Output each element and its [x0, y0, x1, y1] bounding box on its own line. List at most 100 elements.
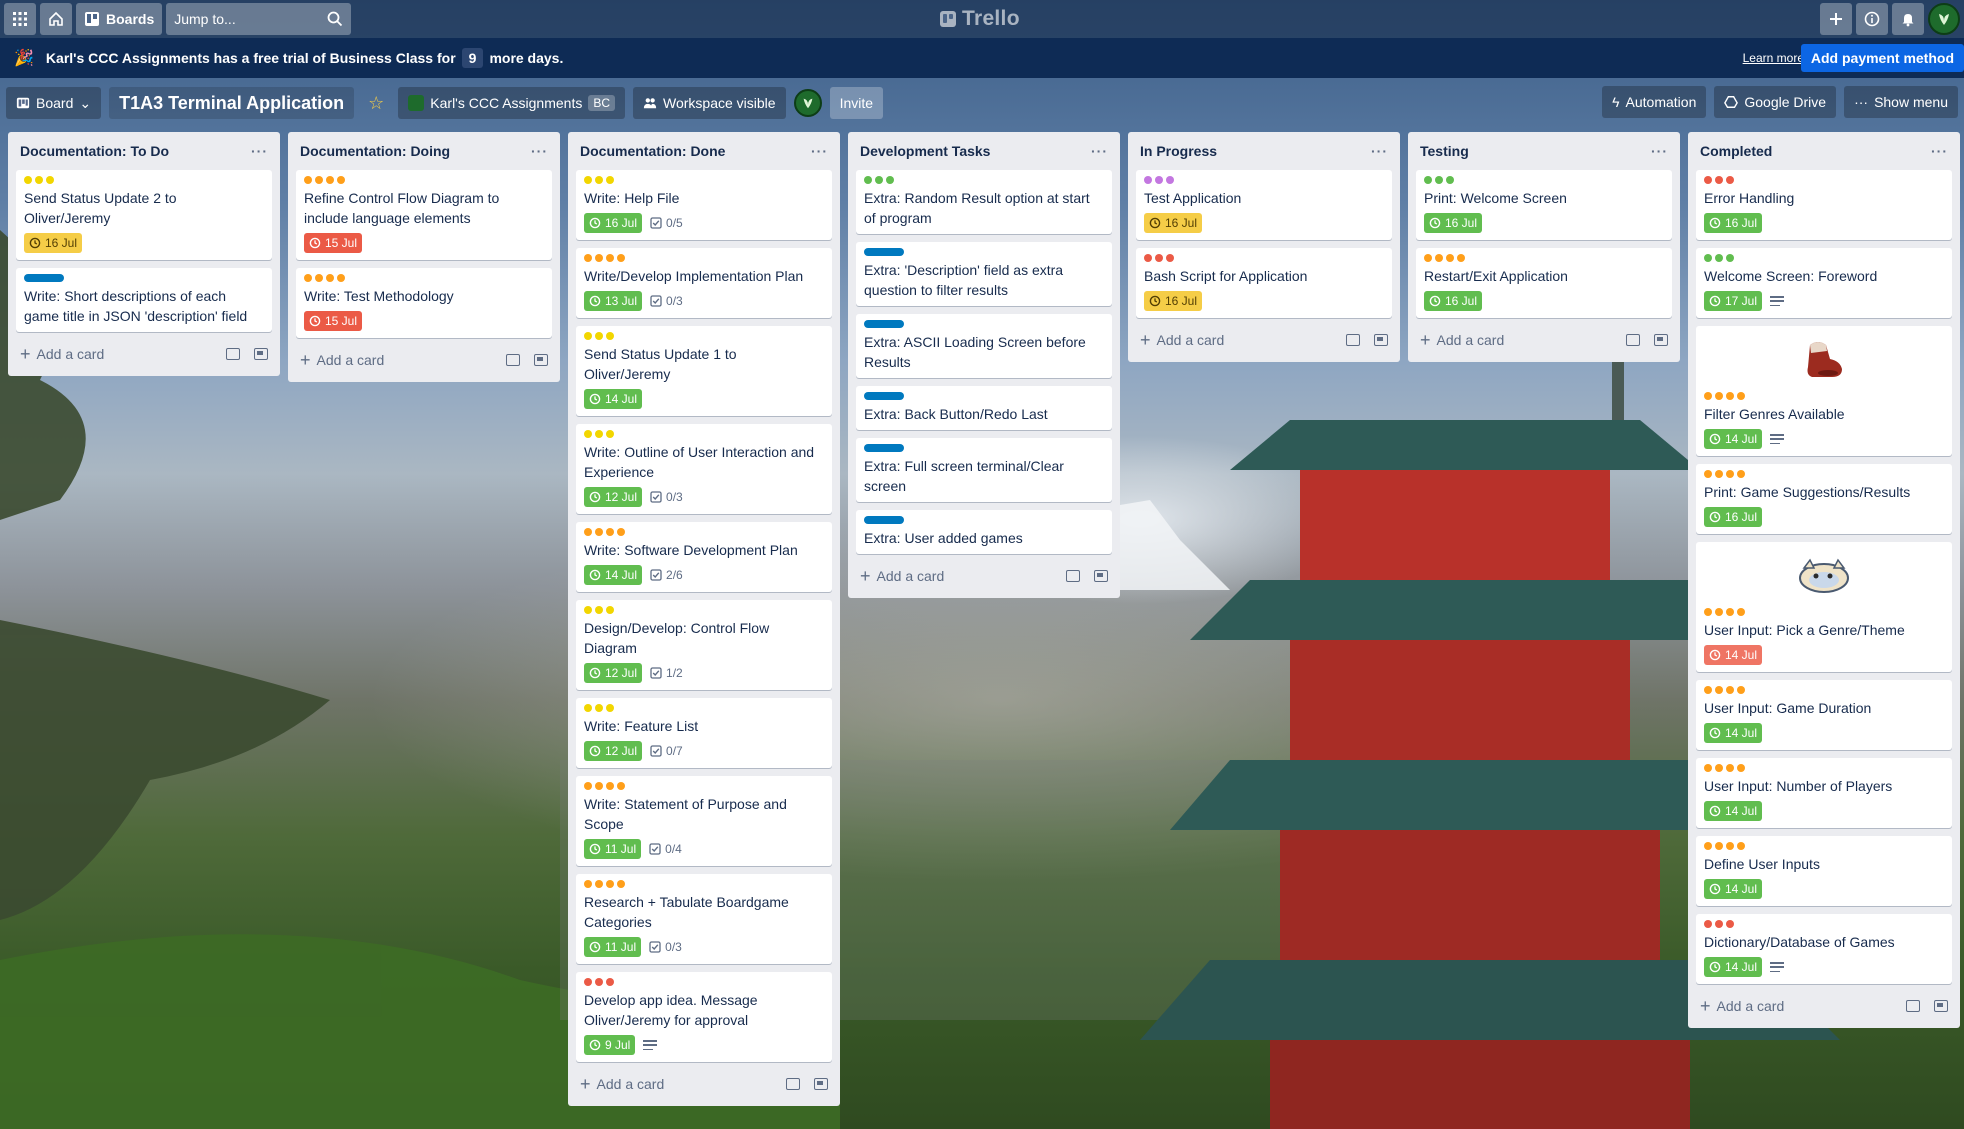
list-title[interactable]: Documentation: To Do — [20, 143, 169, 159]
card[interactable]: Write/Develop Implementation Plan 13 Jul 0… — [576, 248, 832, 318]
card-label[interactable] — [1726, 254, 1734, 262]
create-from-template-icon[interactable] — [534, 354, 548, 366]
card-labels[interactable] — [24, 274, 264, 282]
card-label[interactable] — [315, 274, 323, 282]
card-label[interactable] — [584, 430, 592, 438]
card-label[interactable] — [584, 254, 592, 262]
card-label[interactable] — [584, 880, 592, 888]
due-date-badge[interactable]: 14 Jul — [1704, 957, 1763, 977]
card-label[interactable] — [1424, 254, 1432, 262]
card-label[interactable] — [1715, 842, 1723, 850]
info-button[interactable] — [1856, 3, 1888, 35]
card[interactable]: Write: Help File 16 Jul 0/5 — [576, 170, 832, 240]
card-label[interactable] — [1704, 608, 1712, 616]
card-label[interactable] — [864, 176, 872, 184]
card-label[interactable] — [1446, 254, 1454, 262]
list-header[interactable]: Development Tasks ··· — [856, 132, 1112, 170]
due-date-badge[interactable]: 13 Jul — [584, 291, 643, 311]
due-date-badge[interactable]: 12 Jul — [584, 663, 643, 683]
list-header[interactable]: Documentation: Doing ··· — [296, 132, 552, 170]
card-label[interactable] — [606, 880, 614, 888]
card[interactable]: Extra: 'Description' field as extra ques… — [856, 242, 1112, 306]
due-date-badge[interactable]: 14 Jul — [1704, 723, 1763, 743]
card-label[interactable] — [1144, 176, 1152, 184]
card-label[interactable] — [1166, 254, 1174, 262]
card-label[interactable] — [864, 516, 904, 524]
show-menu-button[interactable]: ··· Show menu — [1844, 86, 1958, 118]
card-label[interactable] — [1726, 686, 1734, 694]
card-label[interactable] — [595, 528, 603, 536]
card[interactable]: Bash Script for Application 16 Jul — [1136, 248, 1392, 318]
view-switcher-button[interactable]: Board ⌄ — [6, 87, 102, 119]
card-label[interactable] — [606, 176, 614, 184]
card-labels[interactable] — [864, 444, 1104, 452]
card-labels[interactable] — [1704, 470, 1944, 478]
card[interactable]: Write: Short descriptions of each game t… — [16, 268, 272, 332]
card-label[interactable] — [606, 606, 614, 614]
card-label[interactable] — [24, 274, 64, 282]
list-title[interactable]: Documentation: Doing — [300, 143, 450, 159]
due-date-badge[interactable]: 14 Jul — [1704, 879, 1763, 899]
workspace-button[interactable]: Karl's CCC Assignments BC — [398, 87, 626, 119]
card[interactable]: Extra: User added games — [856, 510, 1112, 554]
card[interactable]: Print: Welcome Screen 16 Jul — [1416, 170, 1672, 240]
card-label[interactable] — [595, 176, 603, 184]
card-label[interactable] — [1726, 764, 1734, 772]
create-from-template-icon[interactable] — [1374, 334, 1388, 346]
card-label[interactable] — [606, 430, 614, 438]
card-label[interactable] — [595, 332, 603, 340]
card-label[interactable] — [326, 176, 334, 184]
card-labels[interactable] — [864, 392, 1104, 400]
create-from-template-icon[interactable] — [1654, 334, 1668, 346]
card[interactable]: Write: Software Development Plan 14 Jul 2/… — [576, 522, 832, 592]
card[interactable]: Write: Outline of User Interaction and E… — [576, 424, 832, 514]
due-date-badge[interactable]: 16 Jul — [1704, 213, 1763, 233]
card-label[interactable] — [1446, 176, 1454, 184]
list-menu-icon[interactable]: ··· — [251, 143, 268, 159]
card-label[interactable] — [1715, 686, 1723, 694]
card-label[interactable] — [595, 430, 603, 438]
card-labels[interactable] — [1704, 176, 1944, 184]
card[interactable]: Filter Genres Available 14 Jul — [1696, 326, 1952, 456]
card-label[interactable] — [1726, 392, 1734, 400]
card-label[interactable] — [1704, 392, 1712, 400]
card-label[interactable] — [606, 254, 614, 262]
create-from-template-icon[interactable] — [1094, 570, 1108, 582]
card-label[interactable] — [886, 176, 894, 184]
boards-button[interactable]: Boards — [76, 3, 163, 35]
due-date-badge[interactable]: 16 Jul — [1424, 291, 1483, 311]
card-label[interactable] — [315, 176, 323, 184]
notifications-button[interactable] — [1892, 3, 1924, 35]
card-labels[interactable] — [1704, 686, 1944, 694]
card-label[interactable] — [617, 254, 625, 262]
card-labels[interactable] — [584, 254, 824, 262]
card-labels[interactable] — [864, 248, 1104, 256]
card-label[interactable] — [595, 704, 603, 712]
card-labels[interactable] — [304, 176, 544, 184]
card-label[interactable] — [1704, 176, 1712, 184]
list-title[interactable]: Development Tasks — [860, 143, 990, 159]
card-label[interactable] — [595, 782, 603, 790]
avatar[interactable] — [1928, 3, 1960, 35]
list-header[interactable]: In Progress ··· — [1136, 132, 1392, 170]
card-label[interactable] — [304, 176, 312, 184]
card-labels[interactable] — [1144, 254, 1384, 262]
card-label[interactable] — [864, 320, 904, 328]
card-label[interactable] — [1737, 392, 1745, 400]
card-labels[interactable] — [24, 176, 264, 184]
card-label[interactable] — [864, 248, 904, 256]
due-date-badge[interactable]: 15 Jul — [304, 311, 363, 331]
card[interactable]: Write: Statement of Purpose and Scope 11 … — [576, 776, 832, 866]
list-title[interactable]: Documentation: Done — [580, 143, 725, 159]
card-label[interactable] — [617, 880, 625, 888]
card[interactable]: Refine Control Flow Diagram to include l… — [296, 170, 552, 260]
card[interactable]: Print: Game Suggestions/Results 16 Jul — [1696, 464, 1952, 534]
card-label[interactable] — [595, 606, 603, 614]
card-label[interactable] — [1715, 470, 1723, 478]
due-date-badge[interactable]: 16 Jul — [1704, 507, 1763, 527]
create-button[interactable] — [1820, 3, 1852, 35]
member-avatar[interactable] — [793, 89, 822, 117]
card[interactable]: Extra: Random Result option at start of … — [856, 170, 1112, 234]
card-labels[interactable] — [1704, 920, 1944, 928]
list-menu-icon[interactable]: ··· — [1091, 143, 1108, 159]
